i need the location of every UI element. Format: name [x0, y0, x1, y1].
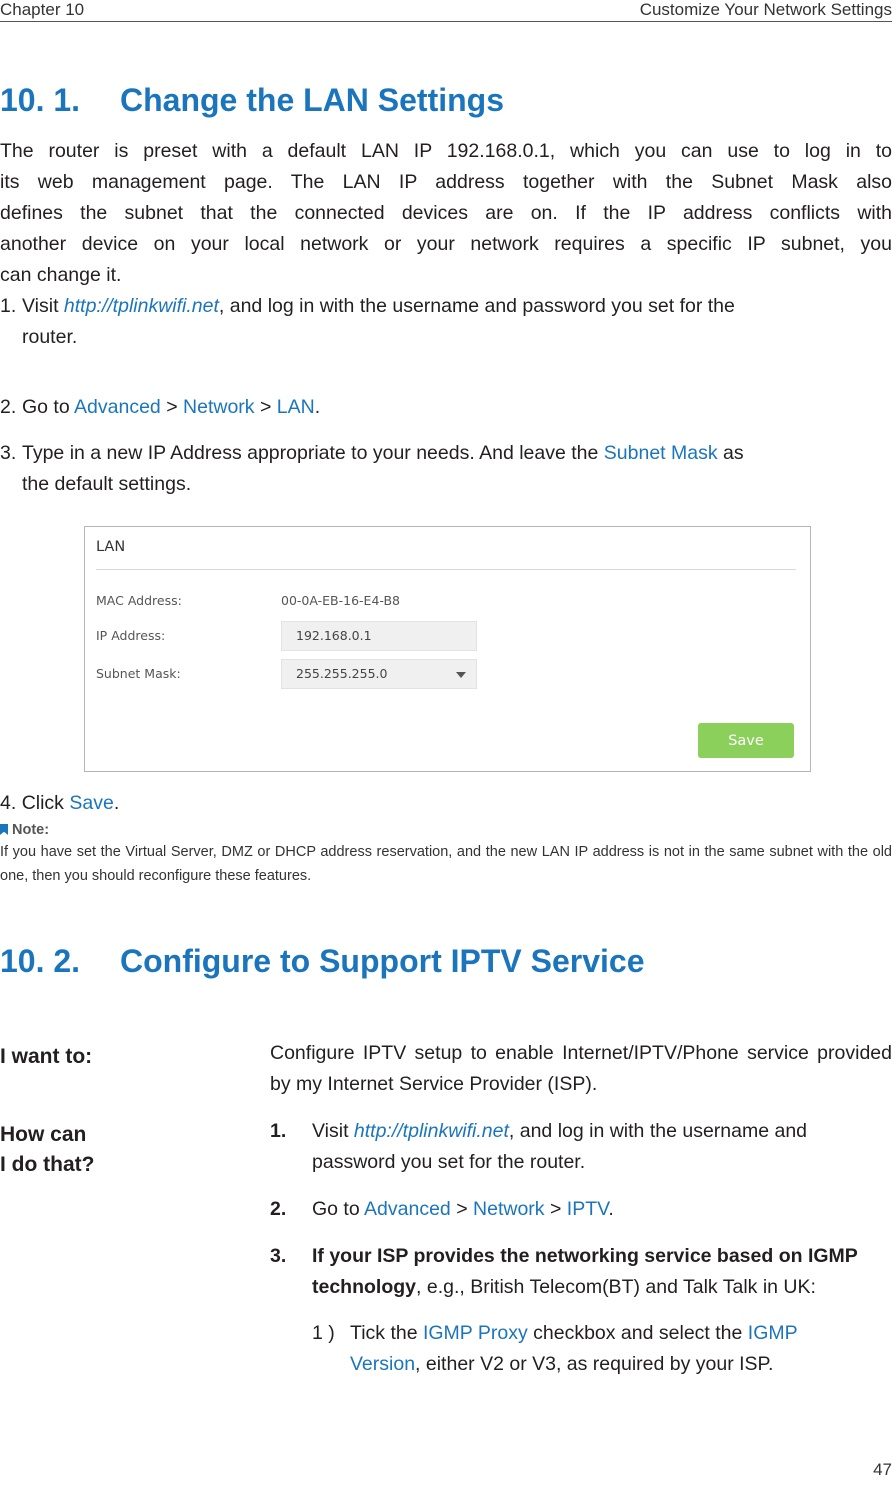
- want-description: Configure IPTV setup to enable Internet/…: [270, 1042, 892, 1095]
- step-text-cont: the default settings.: [22, 473, 192, 495]
- step-1: 1. Visit http://tplinkwifi.net, and log i…: [0, 291, 892, 353]
- iptv-step-2: 2. Go to Advanced > Network > IPTV.: [270, 1194, 892, 1225]
- step-text: as: [717, 442, 744, 464]
- chapter-label: Chapter 10: [0, 0, 85, 19]
- igmp-proxy-ref: IGMP Proxy: [422, 1322, 528, 1344]
- step-text: Visit: [312, 1120, 354, 1142]
- section-title: Change the LAN Settings: [120, 82, 505, 118]
- section-heading-lan: 10. 1. Change the LAN Settings: [0, 82, 504, 119]
- header-divider: [0, 21, 892, 22]
- step-number: 2.: [0, 396, 17, 418]
- iptv-step-1: 1. Visit http://tplinkwifi.net, and log i…: [270, 1116, 892, 1178]
- section-number: 10. 2.: [0, 943, 81, 979]
- step-text-cont: password you set for the router.: [312, 1151, 586, 1173]
- step-text: , and log in with the username and: [508, 1120, 808, 1142]
- menu-lan: LAN: [276, 396, 315, 418]
- how-label-line: I do that?: [0, 1153, 95, 1176]
- step-text: .: [314, 396, 321, 418]
- want-label: I want to:: [0, 1045, 93, 1068]
- igmp-version-ref: Version: [350, 1353, 416, 1375]
- breadcrumb-separator: >: [160, 396, 184, 418]
- panel-divider: [96, 569, 796, 570]
- step-text: , and log in with the username and passw…: [218, 295, 735, 317]
- step-text: Go to: [312, 1198, 365, 1220]
- router-url-link[interactable]: http://tplinkwifi.net: [64, 295, 219, 317]
- step-text: Visit: [22, 295, 64, 317]
- step-text-cont: router.: [22, 326, 78, 348]
- step-text: .: [113, 792, 120, 814]
- page-header: Chapter 10 Customize Your Network Settin…: [0, 0, 892, 22]
- intro-paragraph: The router is preset with a default LAN …: [0, 136, 892, 291]
- menu-advanced: Advanced: [74, 396, 161, 418]
- save-ref: Save: [69, 792, 114, 814]
- intro-line: defines the subnet that the connected de…: [0, 202, 892, 224]
- step-text: Tick the: [350, 1322, 423, 1344]
- dropdown-caret-icon: [456, 672, 466, 678]
- step-bold-text: If your ISP provides the networking serv…: [312, 1245, 858, 1267]
- intro-line: The router is preset with a default LAN …: [0, 140, 892, 162]
- menu-network: Network: [473, 1198, 545, 1220]
- step-number: 3.: [0, 442, 17, 464]
- ip-address-input[interactable]: 192.168.0.1: [281, 621, 477, 651]
- note-text: If you have set the Virtual Server, DMZ …: [0, 844, 892, 884]
- breadcrumb-separator: >: [450, 1198, 474, 1220]
- step-bold-text: technology: [312, 1276, 417, 1298]
- section-heading-iptv: 10. 2. Configure to Support IPTV Service: [0, 943, 645, 980]
- step-3: 3. Type in a new IP Address appropriate t…: [0, 438, 892, 500]
- lan-settings-panel: LAN MAC Address: 00-0A-EB-16-E4-B8 IP Ad…: [84, 526, 811, 772]
- step-number: 2.: [270, 1198, 287, 1220]
- step-number: 4.: [0, 792, 17, 814]
- bookmark-icon: [0, 824, 8, 835]
- page-number: 47: [873, 1460, 892, 1479]
- router-url-link[interactable]: http://tplinkwifi.net: [354, 1120, 509, 1142]
- section-title: Configure to Support IPTV Service: [120, 943, 645, 979]
- step-number: 1.: [270, 1120, 287, 1142]
- mac-address-label: MAC Address:: [96, 593, 182, 608]
- intro-line: another device on your local network or …: [0, 233, 892, 255]
- step-number: 3.: [270, 1245, 287, 1267]
- menu-iptv: IPTV: [566, 1198, 609, 1220]
- mac-address-value: 00-0A-EB-16-E4-B8: [281, 593, 401, 608]
- how-label: How can I do that?: [0, 1120, 94, 1180]
- step-text: , either V2 or V3, as required by your I…: [415, 1353, 774, 1375]
- intro-line: can change it.: [0, 264, 122, 286]
- subnet-mask-label: Subnet Mask:: [96, 666, 181, 681]
- step-text: , e.g., British Telecom(BT) and Talk Tal…: [416, 1276, 816, 1298]
- subnet-mask-value: 255.255.255.0: [296, 666, 388, 681]
- breadcrumb-separator: >: [254, 396, 277, 418]
- save-button[interactable]: Save: [698, 723, 794, 758]
- subnet-mask-select[interactable]: 255.255.255.0: [281, 659, 477, 689]
- step-text: checkbox and select the: [527, 1322, 748, 1344]
- step-4: 4. Click Save.: [0, 788, 892, 819]
- want-text: Configure IPTV setup to enable Internet/…: [270, 1038, 892, 1100]
- how-label-line: How can: [0, 1123, 87, 1146]
- note-label: Note:: [12, 822, 50, 838]
- panel-title: LAN: [96, 539, 126, 555]
- ip-address-label: IP Address:: [96, 628, 166, 643]
- menu-advanced: Advanced: [364, 1198, 451, 1220]
- intro-line: its web management page. The LAN IP addr…: [0, 171, 892, 193]
- step-text: Type in a new IP Address appropriate to …: [22, 442, 604, 464]
- iptv-step-3: 3. If your ISP provides the networking se…: [270, 1241, 892, 1303]
- subnet-mask-ref: Subnet Mask: [603, 442, 718, 464]
- igmp-version-ref: IGMP: [747, 1322, 798, 1344]
- step-text: .: [608, 1198, 614, 1220]
- step-2: 2. Go to Advanced > Network > LAN.: [0, 392, 892, 423]
- substep-number: 1 ): [312, 1322, 335, 1344]
- step-text: Click: [21, 792, 70, 814]
- chapter-title: Customize Your Network Settings: [639, 0, 892, 19]
- section-number: 10. 1.: [0, 82, 81, 118]
- step-number: 1.: [0, 295, 17, 317]
- iptv-substep-1: 1 ) Tick the IGMP Proxy checkbox and sele…: [312, 1318, 892, 1380]
- menu-network: Network: [183, 396, 255, 418]
- step-text: Go to: [22, 396, 75, 418]
- note-heading: Note:: [0, 822, 49, 838]
- breadcrumb-separator: >: [544, 1198, 567, 1220]
